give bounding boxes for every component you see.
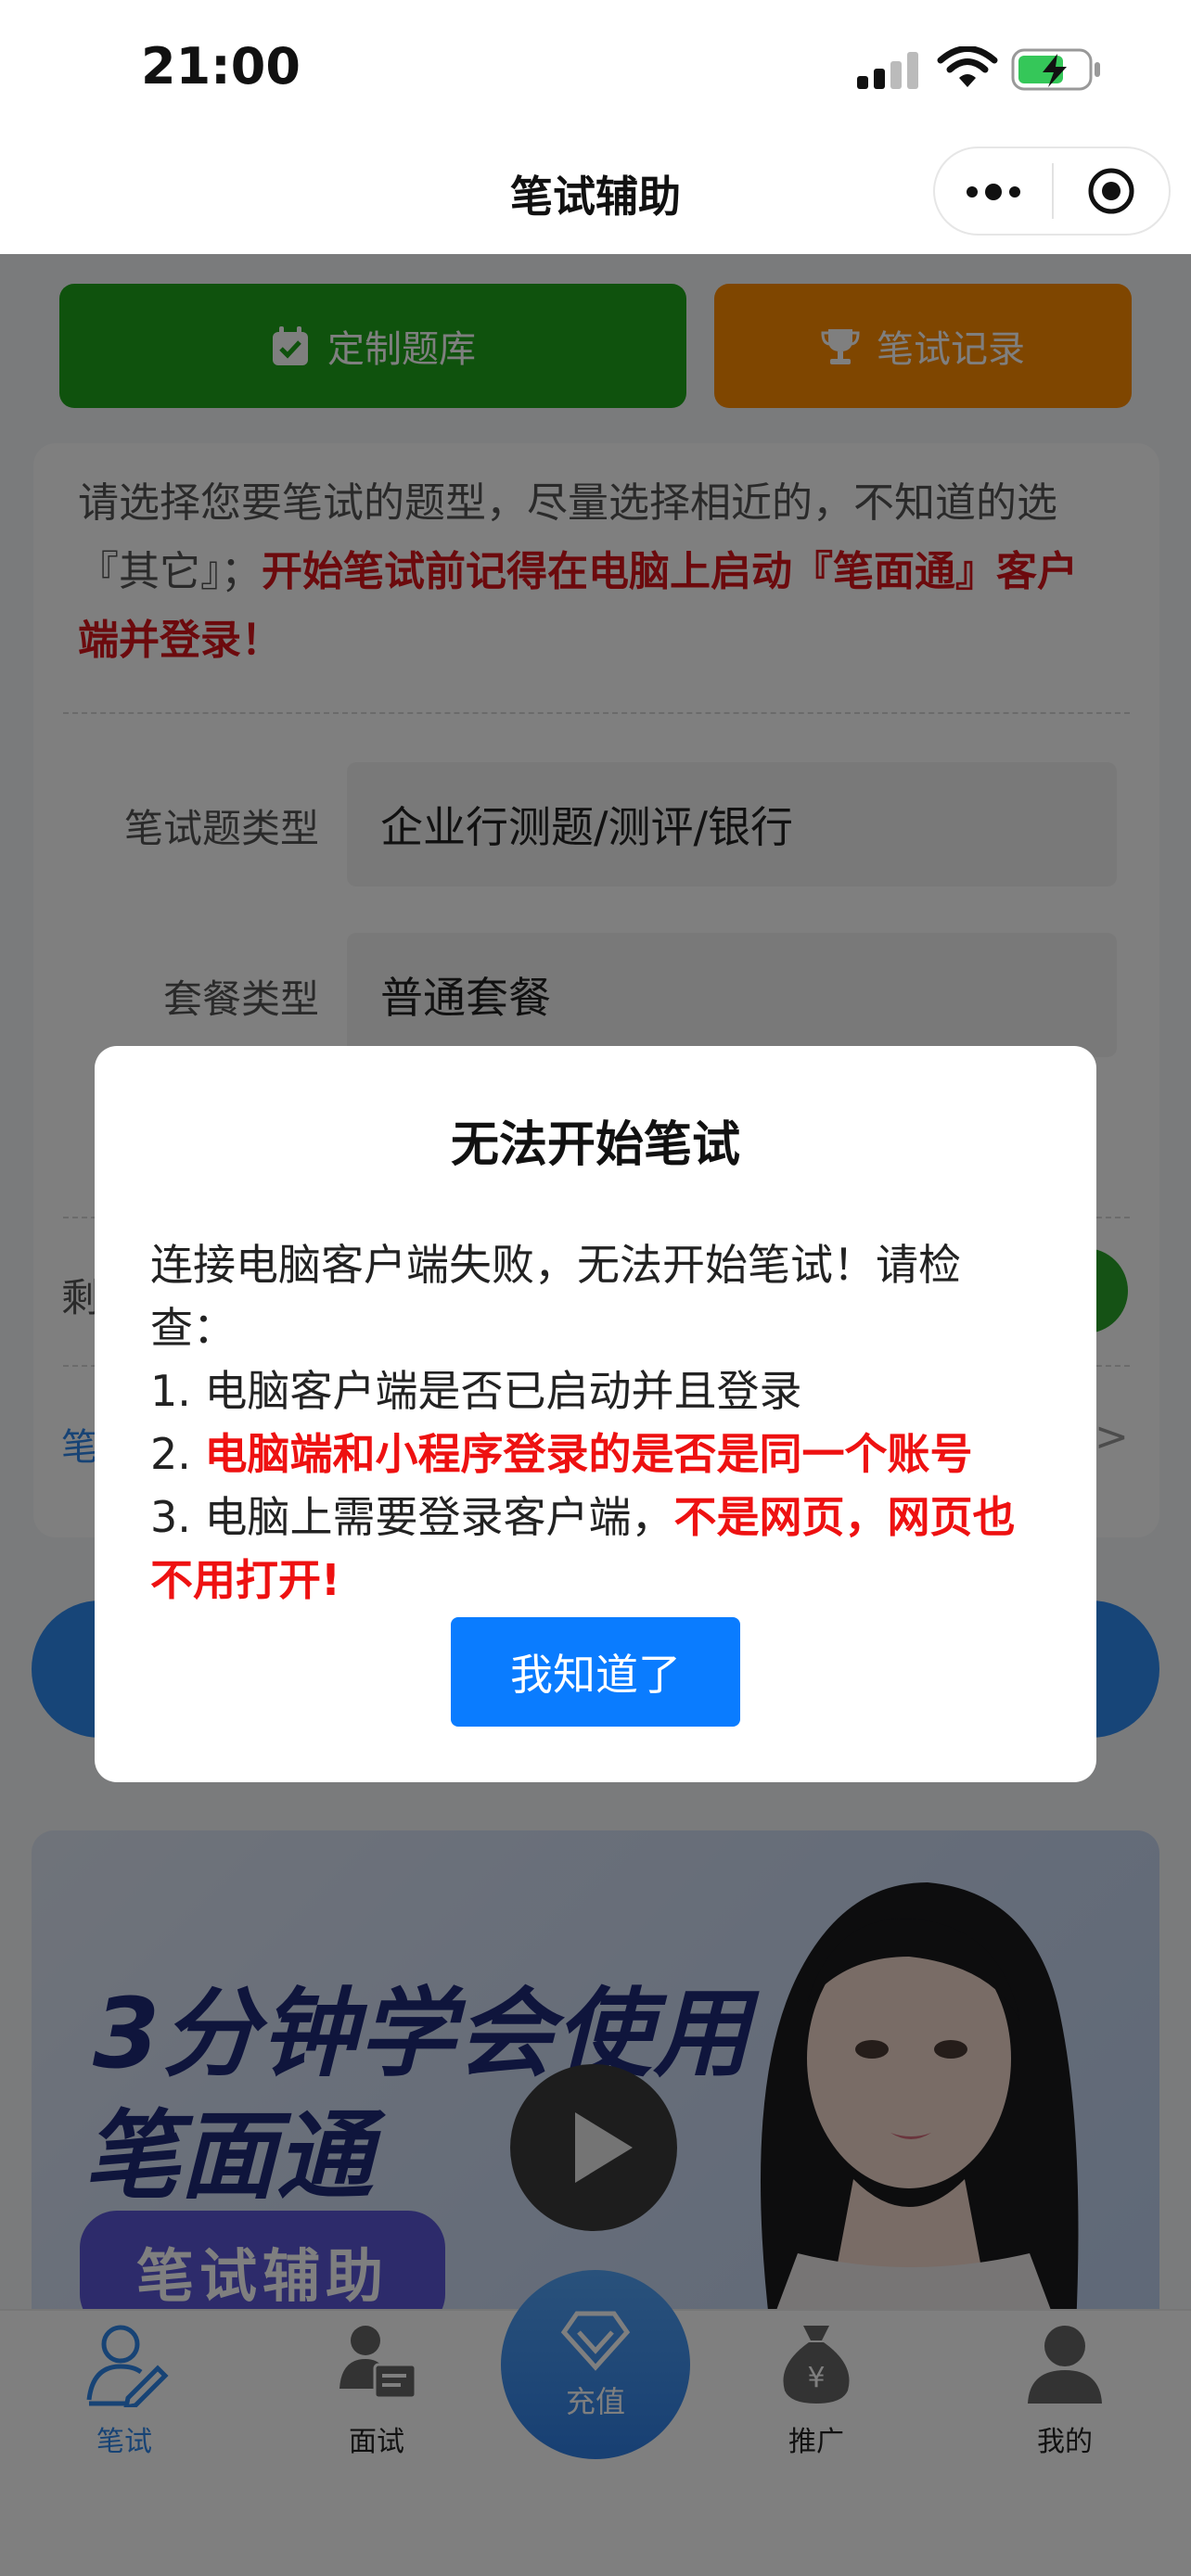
dialog-line1: 连接电脑客户端失败，无法开始笔试！请检查： bbox=[150, 1240, 961, 1353]
dialog-body: 连接电脑客户端失败，无法开始笔试！请检查： 1. 电脑客户端是否已启动并且登录 … bbox=[150, 1233, 1031, 1612]
cellular-signal-icon bbox=[857, 52, 918, 89]
dialog-item2: 2. 电脑端和小程序登录的是否是同一个账号 bbox=[150, 1422, 1031, 1486]
wifi-icon bbox=[937, 46, 998, 87]
acknowledge-button[interactable]: 我知道了 bbox=[451, 1617, 740, 1727]
more-icon[interactable] bbox=[965, 178, 1022, 206]
dialog-title: 无法开始笔试 bbox=[450, 1117, 740, 1173]
dialog-item1: 1. 电脑客户端是否已启动并且登录 bbox=[150, 1366, 802, 1416]
dialog-item3: 3. 电脑上需要登录客户端，不是网页，网页也不用打开! bbox=[150, 1486, 1031, 1612]
capsule-divider bbox=[1052, 163, 1054, 219]
dialog-item2-warning: 电脑端和小程序登录的是否是同一个账号 bbox=[204, 1429, 973, 1479]
close-miniprogram-icon[interactable] bbox=[1087, 167, 1135, 215]
dialog-item2-prefix: 2. bbox=[150, 1429, 205, 1479]
status-time: 21:00 bbox=[141, 37, 301, 96]
dialog-item3-prefix: 3. 电脑上需要登录客户端， bbox=[150, 1492, 674, 1542]
battery-icon bbox=[1011, 48, 1100, 91]
